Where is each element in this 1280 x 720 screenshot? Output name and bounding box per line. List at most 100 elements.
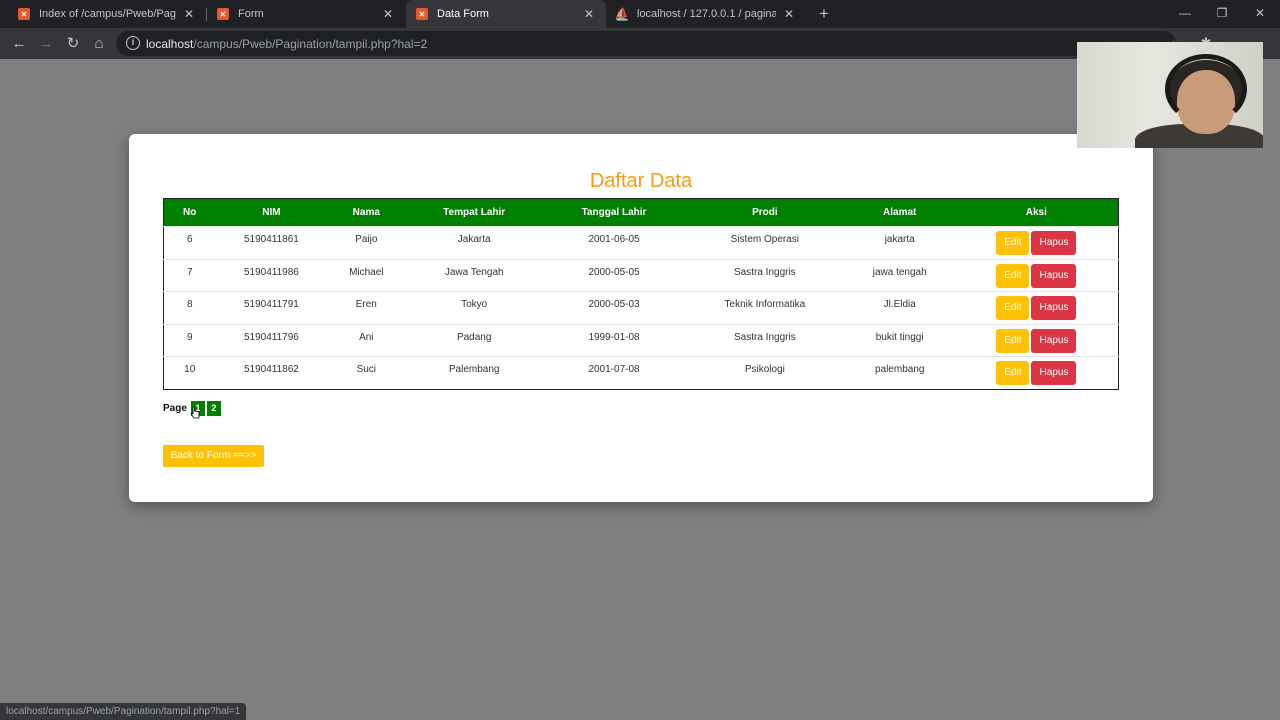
pagination-label: Page: [163, 403, 187, 414]
table-row: 10 5190411862 Suci Palembang 2001-07-08 …: [163, 356, 1119, 390]
tab-label: localhost / 127.0.0.1 / pagination: [637, 8, 776, 20]
cell-tanggal-lahir: 2001-06-05: [543, 226, 685, 260]
edit-button[interactable]: Edit: [996, 296, 1030, 321]
home-icon[interactable]: ⌂: [88, 33, 110, 55]
cell-tanggal-lahir: 2001-07-08: [543, 356, 685, 390]
url-text: localhost/campus/Pweb/Pagination/tampil.…: [146, 37, 428, 51]
page-title: Daftar Data: [589, 170, 693, 192]
cell-nim: 5190411861: [215, 226, 328, 260]
edit-button[interactable]: Edit: [996, 231, 1030, 255]
table-row: 9 5190411796 Ani Padang 1999-01-08 Sastr…: [163, 323, 1119, 357]
cell-aksi: Edit Hapus: [954, 323, 1119, 357]
data-table: No NIM Nama Tempat Lahir Tanggal Lahir P…: [163, 198, 1119, 390]
headset-icon: [1165, 54, 1247, 124]
cell-aksi: Edit Hapus: [954, 258, 1119, 292]
xampp-icon: ✕: [18, 8, 30, 20]
column-header-nama: Nama: [352, 207, 380, 218]
cell-nama: Paijo: [327, 226, 406, 260]
cell-alamat: palembang: [844, 356, 955, 390]
tab-phpmyadmin[interactable]: ⛵ localhost / 127.0.0.1 / pagination ✕: [606, 0, 806, 28]
column-header-nim: NIM: [262, 207, 281, 218]
address-bar[interactable]: i localhost/campus/Pweb/Pagination/tampi…: [116, 31, 1180, 56]
webcam-overlay: [1077, 42, 1263, 148]
tab-index[interactable]: ✕ Index of /campus/Pweb/Paginati ✕: [8, 0, 206, 28]
new-tab-icon[interactable]: +: [815, 4, 833, 24]
tab-data-form[interactable]: ✕ Data Form ✕: [406, 0, 606, 28]
cell-tanggal-lahir: 2000-05-03: [543, 291, 685, 325]
phpmyadmin-icon: ⛵: [614, 7, 630, 21]
minimize-icon[interactable]: —: [1165, 0, 1205, 28]
cell-tempat-lahir: Padang: [405, 323, 544, 357]
column-header-alamat: Alamat: [883, 207, 917, 218]
data-card: Daftar Data No NIM Nama Tempat Lahir Tan…: [129, 134, 1153, 502]
cell-no: 8: [163, 291, 216, 325]
table-row: 7 5190411986 Michael Jawa Tengah 2000-05…: [163, 258, 1119, 292]
close-icon[interactable]: ✕: [582, 7, 596, 21]
forward-arrow-icon[interactable]: →: [35, 33, 57, 55]
cell-no: 10: [163, 356, 216, 390]
cell-nim: 5190411862: [215, 356, 328, 390]
cell-no: 7: [163, 258, 216, 292]
cell-tanggal-lahir: 1999-01-08: [543, 323, 685, 357]
table-header-row: No NIM Nama Tempat Lahir Tanggal Lahir P…: [163, 198, 1119, 227]
cell-no: 6: [163, 226, 216, 260]
cell-alamat: Jl.Eldia: [844, 291, 955, 325]
table-row: 6 5190411861 Paijo Jakarta 2001-06-05 Si…: [163, 226, 1119, 260]
restore-icon[interactable]: ❐: [1202, 0, 1242, 28]
close-icon[interactable]: ✕: [182, 7, 196, 21]
cell-alamat: jawa tengah: [844, 258, 955, 292]
cell-tempat-lahir: Palembang: [405, 356, 544, 390]
hapus-button[interactable]: Hapus: [1031, 361, 1077, 386]
cell-alamat: jakarta: [844, 226, 955, 260]
cell-aksi: Edit Hapus: [954, 226, 1119, 260]
cell-prodi: Psikologi: [684, 356, 845, 390]
edit-button[interactable]: Edit: [996, 361, 1030, 386]
column-header-aksi: Aksi: [1025, 207, 1047, 218]
column-header-no: No: [183, 207, 197, 218]
cell-aksi: Edit Hapus: [954, 291, 1119, 325]
column-header-prodi: Prodi: [752, 207, 778, 218]
back-arrow-icon[interactable]: ←: [8, 33, 30, 55]
cell-tempat-lahir: Jawa Tengah: [405, 258, 544, 292]
cell-tempat-lahir: Tokyo: [405, 291, 544, 325]
close-icon[interactable]: ✕: [381, 7, 395, 21]
cell-nim: 5190411986: [215, 258, 328, 292]
cell-prodi: Teknik Informatika: [684, 291, 845, 325]
close-window-icon[interactable]: ✕: [1240, 0, 1280, 28]
back-to-form-button[interactable]: Back to Form ==>>: [163, 445, 264, 467]
xampp-icon: ✕: [217, 8, 229, 20]
tab-strip: ✕ Index of /campus/Pweb/Paginati ✕ ✕ For…: [0, 0, 1280, 28]
cell-tempat-lahir: Jakarta: [405, 226, 544, 260]
edit-button[interactable]: Edit: [996, 328, 1030, 353]
close-icon[interactable]: ✕: [782, 7, 796, 21]
cell-prodi: Sistem Operasi: [684, 226, 845, 260]
cell-nim: 5190411791: [215, 291, 328, 325]
column-header-tempat-lahir: Tempat Lahir: [443, 207, 506, 218]
cell-aksi: Edit Hapus: [954, 356, 1119, 390]
cell-nim: 5190411796: [215, 323, 328, 357]
info-icon[interactable]: i: [126, 36, 140, 50]
cell-alamat: bukit tinggi: [844, 323, 955, 357]
reload-icon[interactable]: ↻: [62, 33, 84, 55]
hapus-button[interactable]: Hapus: [1031, 263, 1077, 288]
cell-nama: Eren: [327, 291, 406, 325]
tab-label: Data Form: [437, 8, 489, 20]
cell-no: 9: [163, 323, 216, 357]
column-header-tanggal-lahir: Tanggal Lahir: [581, 207, 647, 218]
cell-nama: Suci: [327, 356, 406, 390]
hapus-button[interactable]: Hapus: [1031, 231, 1077, 255]
cell-nama: Michael: [327, 258, 406, 292]
hapus-button[interactable]: Hapus: [1031, 328, 1077, 353]
edit-button[interactable]: Edit: [996, 263, 1030, 288]
cell-prodi: Sastra Inggris: [684, 323, 845, 357]
hapus-button[interactable]: Hapus: [1031, 296, 1077, 321]
xampp-icon: ✕: [416, 8, 428, 20]
hand-cursor-icon: [190, 406, 200, 419]
tab-form[interactable]: ✕ Form ✕: [207, 0, 405, 28]
tab-label: Index of /campus/Pweb/Paginati: [39, 8, 176, 20]
cell-nama: Ani: [327, 323, 406, 357]
status-bar-url: localhost/campus/Pweb/Pagination/tampil.…: [0, 703, 247, 720]
table-row: 8 5190411791 Eren Tokyo 2000-05-03 Tekni…: [163, 291, 1119, 325]
cell-prodi: Sastra Inggris: [684, 258, 845, 292]
page-link-2[interactable]: 2: [206, 401, 221, 416]
